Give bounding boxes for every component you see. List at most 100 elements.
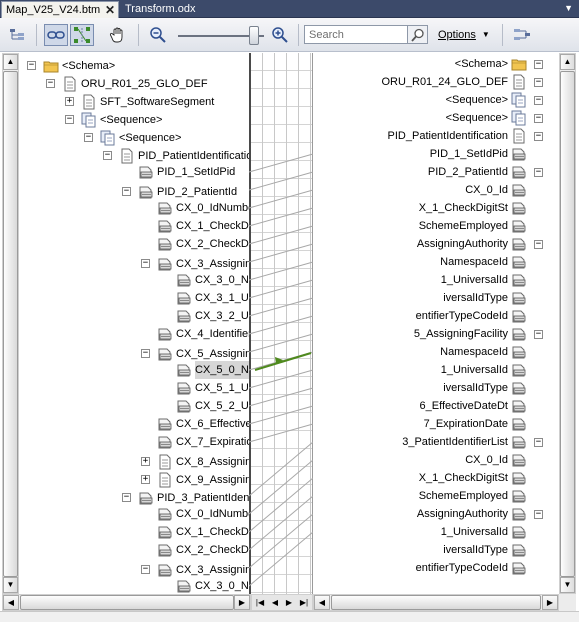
source-tree-node[interactable]: CX_2_CheckDi	[137, 541, 249, 559]
mapping-link[interactable]	[248, 315, 314, 335]
source-tree-node[interactable]: CX_5_0_Na	[156, 361, 249, 379]
collapse-icon[interactable]: −	[534, 239, 543, 249]
target-tree-node[interactable]: CX_0_Id	[465, 181, 547, 199]
source-tree-node[interactable]: CX_6_Effective	[137, 415, 249, 433]
collapse-icon[interactable]: −	[141, 349, 150, 358]
mapping-link[interactable]	[248, 441, 314, 497]
scroll-down-button[interactable]: ▼	[560, 577, 575, 593]
options-dropdown[interactable]: Options ▼	[434, 26, 494, 44]
close-icon[interactable]: ✕	[105, 2, 115, 18]
tab-transform[interactable]: Transform.odx	[121, 1, 219, 18]
mapping-link[interactable]	[248, 495, 314, 551]
source-tree-node[interactable]: − CX_3_Assignin	[137, 559, 249, 577]
mapping-link[interactable]	[248, 261, 314, 281]
target-tree-node[interactable]: 1_UniversalId	[441, 361, 547, 379]
mapping-link[interactable]	[248, 225, 314, 245]
source-tree-node[interactable]: + CX_8_Assignin	[137, 451, 249, 470]
collapse-icon[interactable]: −	[534, 329, 543, 339]
source-tree-node[interactable]: CX_2_CheckDi	[137, 235, 249, 253]
scroll-thumb[interactable]	[331, 595, 541, 610]
tree-view-button[interactable]	[6, 24, 30, 46]
target-tree-node[interactable]: <Sequence> −	[446, 91, 547, 109]
target-vertical-scrollbar[interactable]: ▲ ▼	[559, 53, 576, 594]
target-tree-node[interactable]: X_1_CheckDigitSt	[419, 199, 547, 217]
expand-icon[interactable]: +	[141, 457, 150, 466]
mapping-link[interactable]	[248, 477, 314, 533]
target-tree-node[interactable]: 1_UniversalId	[441, 271, 547, 289]
mapping-link[interactable]	[248, 171, 314, 191]
mapping-link[interactable]	[248, 423, 314, 443]
tab-list-dropdown-icon[interactable]: ▼	[564, 3, 573, 13]
target-tree-node[interactable]: ORU_R01_24_GLO_DEF −	[381, 73, 547, 91]
target-tree-node[interactable]: iversalIdType	[443, 541, 547, 559]
collapse-icon[interactable]: −	[534, 59, 543, 69]
mapping-link[interactable]	[248, 459, 314, 515]
collapse-icon[interactable]: −	[27, 61, 36, 70]
collapse-icon[interactable]: −	[84, 133, 93, 142]
scroll-thumb[interactable]	[20, 595, 234, 610]
target-tree-node[interactable]: <Schema> −	[455, 55, 547, 73]
target-tree-node[interactable]: iversalIdType	[443, 379, 547, 397]
zoom-in-button[interactable]	[268, 24, 292, 46]
target-tree-node[interactable]: PID_1_SetIdPid	[430, 145, 547, 163]
collapse-icon[interactable]: −	[534, 113, 543, 123]
mapping-link[interactable]	[248, 369, 314, 389]
collapse-icon[interactable]: −	[103, 151, 112, 160]
target-tree-view-button[interactable]	[510, 24, 534, 46]
collapse-icon[interactable]: −	[534, 95, 543, 105]
collapse-icon[interactable]: −	[534, 437, 543, 447]
source-tree-node[interactable]: CX_5_1_Ur	[156, 379, 249, 397]
target-tree-node[interactable]: 3_PatientIdentifierList −	[402, 433, 547, 451]
target-tree-node[interactable]: 5_AssigningFacility −	[414, 325, 547, 343]
scroll-up-button[interactable]: ▲	[560, 54, 575, 70]
collapse-icon[interactable]: −	[122, 187, 131, 196]
scroll-right-button[interactable]: ▶	[234, 595, 250, 610]
mapping-link[interactable]	[248, 333, 314, 353]
mapping-link[interactable]	[248, 297, 314, 317]
scroll-left-button[interactable]: ◀	[3, 595, 19, 610]
mapping-link[interactable]	[248, 531, 314, 587]
selected-mapping-link[interactable]	[254, 352, 312, 371]
source-tree-node[interactable]: CX_5_2_Ur	[156, 397, 249, 415]
source-tree-node[interactable]: CX_0_IdNumbe	[137, 199, 249, 217]
source-tree-node[interactable]: PID_1_SetIdPid	[118, 163, 235, 181]
mapping-link[interactable]	[248, 153, 314, 173]
target-tree-node[interactable]: NamespaceId	[440, 343, 547, 361]
target-tree-node[interactable]: PID_2_PatientId −	[428, 163, 547, 181]
target-tree-node[interactable]: X_1_CheckDigitSt	[419, 469, 547, 487]
source-tree-node[interactable]: CX_7_Expiration	[137, 433, 249, 451]
last-page-icon[interactable]: ▶|	[300, 598, 308, 607]
zoom-slider-thumb[interactable]	[249, 26, 259, 45]
zoom-out-button[interactable]	[146, 24, 170, 46]
mapping-link[interactable]	[248, 405, 314, 425]
target-horizontal-scrollbar[interactable]: ◀ ▶	[313, 594, 559, 611]
source-tree-node[interactable]: CX_3_1_Ur	[156, 289, 249, 307]
scroll-thumb[interactable]	[560, 71, 575, 577]
source-tree-node[interactable]: + SFT_SoftwareSegment	[61, 91, 214, 110]
next-page-icon[interactable]: ▶	[286, 598, 292, 607]
search-input[interactable]	[304, 25, 408, 44]
target-tree-node[interactable]: <Sequence> −	[446, 109, 547, 127]
collapse-icon[interactable]: −	[141, 259, 150, 268]
expand-icon[interactable]: +	[65, 97, 74, 106]
first-page-icon[interactable]: |◀	[256, 598, 264, 607]
target-tree-node[interactable]: entifierTypeCodeId	[416, 559, 547, 577]
scroll-thumb[interactable]	[3, 71, 18, 577]
source-tree-node[interactable]: CX_3_0_Na	[156, 271, 249, 289]
target-tree-node[interactable]: AssigningAuthority −	[417, 505, 547, 523]
source-tree-node[interactable]: CX_3_0_Na	[156, 577, 249, 594]
target-tree-node[interactable]: 7_ExpirationDate	[424, 415, 547, 433]
source-tree-node[interactable]: CX_1_CheckDi	[137, 217, 249, 235]
source-tree-node[interactable]: CX_3_2_Ur	[156, 307, 249, 325]
source-tree-node[interactable]: − CX_5_Assignin	[137, 343, 249, 361]
target-tree-node[interactable]: iversalIdType	[443, 289, 547, 307]
mapping-link[interactable]	[248, 387, 314, 407]
target-tree-node[interactable]: SchemeEmployed	[419, 217, 547, 235]
mapping-link[interactable]	[248, 189, 314, 209]
target-tree-node[interactable]: 1_UniversalId	[441, 523, 547, 541]
source-tree-node[interactable]: + CX_9_Assignin	[137, 469, 249, 488]
source-tree-node[interactable]: − <Sequence>	[80, 127, 181, 146]
search-button[interactable]	[408, 25, 428, 44]
mapping-link[interactable]	[248, 279, 314, 299]
source-tree-node[interactable]: CX_1_CheckDi	[137, 523, 249, 541]
